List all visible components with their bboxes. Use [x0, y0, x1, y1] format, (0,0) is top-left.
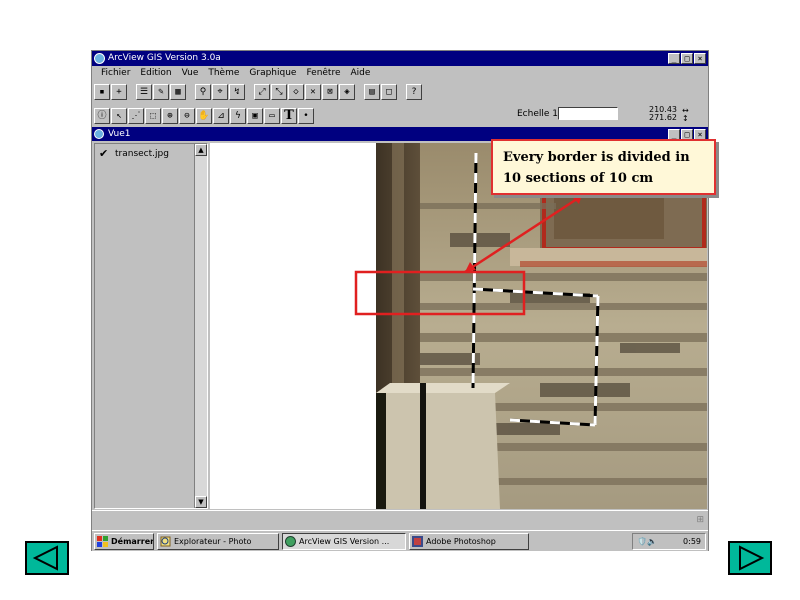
menu-fenetre[interactable]: Fenêtre [301, 66, 345, 80]
select-features-icon[interactable]: ▤ [364, 84, 380, 100]
task-explorer-label: Explorateur - Photo [174, 536, 252, 546]
callout-box: Every border is divided in 10 sections o… [491, 139, 716, 195]
query-builder-icon[interactable]: ↯ [229, 84, 245, 100]
maximize-button[interactable]: □ [681, 53, 693, 64]
menu-bar: Fichier Edition Vue Thème Graphique Fenê… [92, 66, 708, 80]
previous-slide-button[interactable] [25, 541, 69, 575]
zoom-out-tool-icon[interactable]: ⊖ [179, 108, 195, 124]
windows-flag-icon [97, 535, 108, 547]
toc-scrollbar[interactable]: ▲ ▼ [194, 144, 207, 508]
layer-name: transect.jpg [115, 149, 169, 159]
scroll-up-icon[interactable]: ▲ [195, 144, 207, 156]
callout-line-1: Every border is divided in [503, 150, 690, 165]
resize-grip-icon[interactable]: ⊞ [696, 515, 704, 525]
menu-aide[interactable]: Aide [346, 66, 376, 80]
edit-legend-icon[interactable]: ✎ [153, 84, 169, 100]
clock: 0:59 [683, 537, 701, 546]
task-arcview-label: ArcView GIS Version ... [299, 536, 390, 546]
layer-item[interactable]: ✔ transect.jpg [99, 148, 169, 160]
label-icon[interactable]: ▭ [264, 108, 280, 124]
add-theme-icon[interactable]: + [111, 84, 127, 100]
scale-input[interactable] [558, 107, 618, 120]
callout-line-2: 10 sections of 10 cm [503, 171, 654, 186]
checkmark-icon[interactable]: ✔ [99, 148, 111, 160]
app-title: ArcView GIS Version 3.0a [108, 53, 221, 63]
map-display[interactable] [210, 141, 707, 509]
view-title: Vue1 [108, 129, 131, 139]
area-of-interest-icon[interactable]: ▣ [247, 108, 263, 124]
coord-y: 271.62 [649, 113, 677, 122]
close-button[interactable]: × [694, 53, 706, 64]
identify-icon[interactable]: ⓘ [94, 108, 110, 124]
task-photoshop-label: Adobe Photoshop [426, 536, 496, 546]
explorer-icon [160, 536, 171, 547]
pan-icon[interactable]: ✋ [196, 108, 212, 124]
task-arcview[interactable]: ArcView GIS Version ... [282, 532, 406, 550]
arcview-window: ArcView GIS Version 3.0a _ □ × Fichier E… [91, 50, 709, 551]
find-icon[interactable]: ⚲ [195, 84, 211, 100]
tray-icons[interactable]: 🛡️🔈 [637, 537, 657, 546]
menu-graphique[interactable]: Graphique [244, 66, 301, 80]
zoom-selected-icon[interactable]: ◇ [288, 84, 304, 100]
task-explorer[interactable]: Explorateur - Photo [157, 532, 279, 550]
start-button[interactable]: Démarrer [94, 532, 154, 550]
menu-fichier[interactable]: Fichier [96, 66, 135, 80]
menu-theme[interactable]: Thème [203, 66, 244, 80]
open-table-icon[interactable]: ▦ [170, 84, 186, 100]
zoom-previous-icon[interactable]: ◈ [339, 84, 355, 100]
help-icon[interactable]: ? [406, 84, 422, 100]
system-tray: 🛡️🔈 0:59 [632, 533, 706, 550]
zoom-in-tool-icon[interactable]: ⊕ [162, 108, 178, 124]
app-title-bar[interactable]: ArcView GIS Version 3.0a _ □ × [92, 51, 708, 66]
tool-bar: ⓘ ↖ ⋰ ⬚ ⊕ ⊖ ✋ ⊿ ϟ ▣ ▭ T • [94, 106, 315, 126]
coord-arrows-icon: ↔ ↕ [682, 106, 689, 123]
select-feature-icon[interactable]: ⬚ [145, 108, 161, 124]
zoom-in-icon[interactable]: ✕ [305, 84, 321, 100]
pointer-icon[interactable]: ↖ [111, 108, 127, 124]
cursor-coordinates: 210.43 271.62 [649, 106, 677, 122]
button-bar: ▪ + ☰ ✎ ▦ ⚲ ⌖ ↯ ⤢ ⤡ ◇ ✕ ⊠ ◈ ▤ □ ? [94, 82, 423, 102]
text-tool-icon[interactable]: T [281, 108, 297, 124]
save-icon[interactable]: ▪ [94, 84, 110, 100]
scroll-down-icon[interactable]: ▼ [195, 496, 207, 508]
hotlink-icon[interactable]: ϟ [230, 108, 246, 124]
vertex-edit-icon[interactable]: ⋰ [128, 108, 144, 124]
scale-label: Echelle 1: [517, 109, 562, 119]
task-photoshop[interactable]: Adobe Photoshop [409, 532, 529, 550]
view-globe-icon [94, 129, 104, 139]
arcview-globe-icon [94, 53, 105, 64]
minimize-button[interactable]: _ [668, 53, 680, 64]
locate-icon[interactable]: ⌖ [212, 84, 228, 100]
slide: ArcView GIS Version 3.0a _ □ × Fichier E… [0, 0, 800, 600]
right-arrow-icon [739, 545, 765, 571]
zoom-full-icon[interactable]: ⤢ [254, 84, 270, 100]
theme-properties-icon[interactable]: ☰ [136, 84, 152, 100]
windows-taskbar: Démarrer Explorateur - Photo ArcView GIS… [92, 530, 708, 551]
table-of-contents: ✔ transect.jpg ▲ ▼ [94, 143, 208, 509]
next-slide-button[interactable] [728, 541, 772, 575]
start-label: Démarrer [111, 536, 154, 546]
left-arrow-icon [32, 545, 58, 571]
clear-selection-icon[interactable]: □ [381, 84, 397, 100]
menu-vue[interactable]: Vue [177, 66, 204, 80]
zoom-out-icon[interactable]: ⊠ [322, 84, 338, 100]
measure-icon[interactable]: ⊿ [213, 108, 229, 124]
status-bar: ⊞ [92, 510, 708, 530]
draw-point-icon[interactable]: • [298, 108, 314, 124]
menu-edition[interactable]: Edition [135, 66, 176, 80]
wall-fresco-photo [376, 141, 707, 509]
zoom-active-icon[interactable]: ⤡ [271, 84, 287, 100]
photoshop-icon [412, 535, 423, 547]
arcview-globe-icon [285, 535, 296, 547]
